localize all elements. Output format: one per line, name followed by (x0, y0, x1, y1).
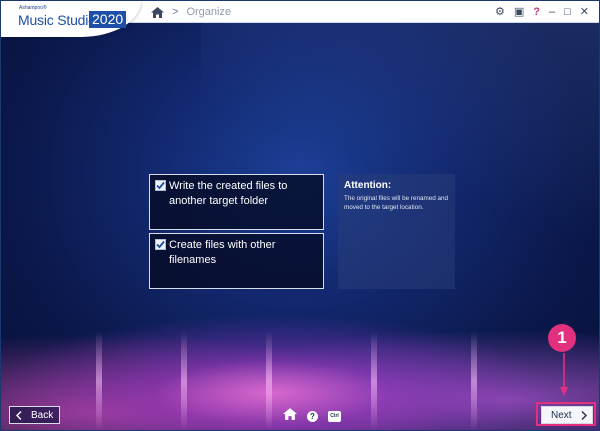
close-button[interactable]: ✕ (580, 5, 589, 19)
brand-name: Music Studio (18, 12, 96, 28)
option-label: Create files with other filenames (169, 239, 276, 266)
light-streak (371, 331, 377, 430)
window-controls: ⚙ ▣ ? – □ ✕ (495, 5, 589, 19)
app-window: > Organize ⚙ ▣ ? – □ ✕ Ashampoo® Music S… (0, 0, 600, 431)
home-icon[interactable] (283, 407, 297, 425)
option-write-to-target-folder[interactable]: Write the created files to another targe… (149, 174, 324, 230)
back-label: Back (31, 409, 54, 421)
gear-icon[interactable]: ⚙ (495, 5, 505, 19)
app-logo: Ashampoo® Music Studio 2020 (1, 1, 141, 37)
attention-panel: Attention: The original files will be re… (338, 174, 455, 289)
brand-year: 2020 (89, 11, 127, 28)
home-icon[interactable] (151, 6, 164, 18)
option-other-filenames[interactable]: Create files with other filenames (149, 233, 324, 289)
chevron-right-icon (581, 410, 587, 420)
checkmark-icon (156, 181, 165, 190)
checkmark-icon (156, 240, 165, 249)
light-streak (266, 331, 272, 430)
breadcrumb-current-page: Organize (186, 6, 232, 18)
light-streak (181, 331, 187, 430)
step-number-badge: 1 (548, 324, 576, 352)
brand-vendor: Ashampoo® (19, 5, 47, 11)
checkbox-write-to-target-folder[interactable] (155, 180, 166, 191)
profile-icon[interactable]: ▣ (514, 5, 524, 19)
back-button[interactable]: Back (9, 406, 60, 424)
help-icon[interactable]: ? (533, 5, 540, 19)
light-streak (96, 331, 102, 430)
option-label: Write the created files to another targe… (169, 180, 288, 207)
next-button[interactable]: Next (541, 406, 593, 424)
breadcrumb: > Organize (151, 5, 231, 19)
light-streak (471, 331, 477, 430)
maximize-button[interactable]: □ (564, 5, 571, 19)
minimize-button[interactable]: – (549, 5, 555, 19)
chevron-left-icon (16, 410, 22, 420)
help-icon[interactable]: ? (307, 410, 318, 422)
arrow-down-icon (560, 353, 568, 396)
keyboard-shortcuts-icon[interactable]: Ctrl (328, 410, 341, 422)
attention-text: The original files will be renamed and m… (344, 195, 448, 211)
checkbox-other-filenames[interactable] (155, 239, 166, 250)
breadcrumb-separator: > (172, 6, 179, 18)
bottom-toolbar: ? Ctrl (283, 407, 341, 425)
attention-title: Attention: (344, 180, 392, 191)
next-label: Next (551, 409, 572, 421)
